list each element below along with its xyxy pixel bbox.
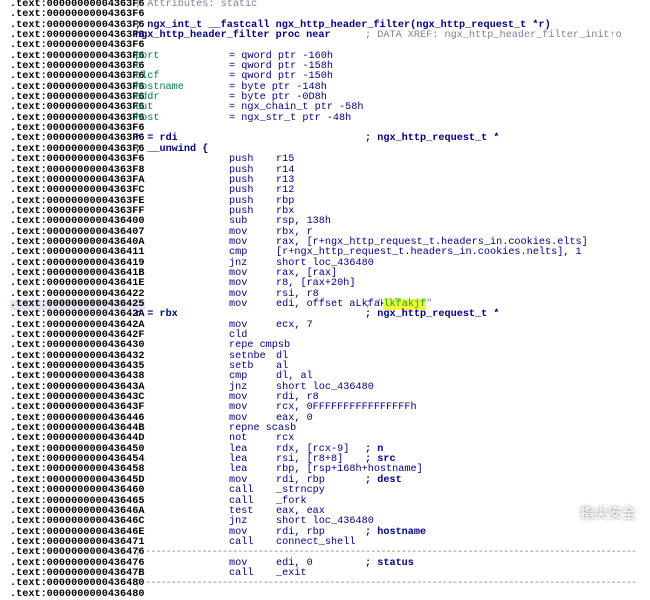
watermark: 指尖安全 bbox=[554, 503, 636, 523]
listing-line[interactable]: .text:0000000000436460 call _strncpy bbox=[10, 486, 650, 496]
line-label[interactable]: ; __unwind { bbox=[135, 145, 208, 155]
line-address[interactable]: .text:0000000000436480 bbox=[10, 579, 145, 589]
line-address[interactable]: .text:000000000043647B bbox=[10, 569, 145, 579]
disassembly-listing[interactable]: .text:00000000004363F6 ; Attributes: stat… bbox=[10, 0, 650, 541]
instruction-operands[interactable]: _strncpy bbox=[276, 486, 325, 496]
line-address[interactable]: .text:000000000043646C bbox=[10, 517, 145, 527]
line-comment[interactable]: ; status bbox=[365, 559, 414, 569]
line-comment[interactable]: ; DATA XREF: ngx_http_header_filter_init… bbox=[365, 31, 622, 41]
listing-line[interactable]: .text:0000000000436480; ----------------… bbox=[10, 579, 650, 589]
listing-line[interactable]: .text:00000000004363FC push r12 bbox=[10, 186, 650, 196]
instruction-operands[interactable]: edi, 0 bbox=[276, 559, 313, 569]
wechat-icon bbox=[554, 505, 574, 521]
instruction-mnemonic[interactable]: push bbox=[229, 155, 253, 165]
instruction-mnemonic[interactable]: = ngx_str_t ptr -48h bbox=[229, 114, 351, 124]
instruction-mnemonic[interactable]: call bbox=[229, 538, 253, 548]
instruction-mnemonic[interactable]: mov bbox=[229, 559, 247, 569]
line-address[interactable]: .text:0000000000436480 bbox=[10, 590, 145, 600]
line-comment[interactable]: ; hostname bbox=[365, 528, 426, 538]
line-address[interactable]: .text:0000000000436476 bbox=[10, 559, 145, 569]
line-address[interactable]: .text:00000000004363FC bbox=[10, 186, 145, 196]
listing-line[interactable]: .text:0000000000436480 bbox=[10, 590, 650, 600]
line-comment[interactable]: ; ngx_http_request_t * bbox=[365, 310, 500, 320]
line-address[interactable]: .text:0000000000436471 bbox=[10, 538, 145, 548]
watermark-label: 指尖安全 bbox=[580, 503, 636, 523]
section-separator: ; --------------------------------------… bbox=[135, 548, 636, 558]
instruction-mnemonic[interactable]: sub bbox=[229, 217, 247, 227]
listing-line[interactable]: .text:0000000000436471 call connect_shell bbox=[10, 538, 650, 548]
line-comment[interactable]: ; ngx_http_request_t * bbox=[365, 134, 500, 144]
listing-line[interactable]: .text:0000000000436476; ----------------… bbox=[10, 548, 650, 558]
instruction-operands[interactable]: ecx, 7 bbox=[276, 321, 313, 331]
instruction-operands[interactable]: connect_shell bbox=[276, 538, 355, 548]
listing-line[interactable]: .text:0000000000436400 sub rsp, 138h bbox=[10, 217, 650, 227]
line-address[interactable]: .text:0000000000436400 bbox=[10, 217, 145, 227]
line-label[interactable]: ngx_http_header_filter proc near bbox=[135, 31, 331, 41]
instruction-operands[interactable]: rsp, 138h bbox=[276, 217, 331, 227]
instruction-operands[interactable]: r15 bbox=[276, 155, 294, 165]
line-comment[interactable]: ; dest bbox=[365, 476, 402, 486]
listing-line[interactable]: .text:00000000004363F6 push r15 bbox=[10, 155, 650, 165]
instruction-mnemonic[interactable]: push bbox=[229, 186, 253, 196]
instruction-mnemonic[interactable]: call bbox=[229, 569, 253, 579]
instruction-mnemonic[interactable]: jnz bbox=[229, 517, 247, 527]
line-address[interactable]: .text:0000000000436460 bbox=[10, 486, 145, 496]
instruction-operands[interactable]: _exit bbox=[276, 569, 307, 579]
line-label[interactable]: ; Attributes: static bbox=[135, 0, 257, 10]
line-address[interactable]: .text:0000000000436476 bbox=[10, 548, 145, 558]
listing-line[interactable]: .text:0000000000436476 mov edi, 0 ; status bbox=[10, 559, 650, 569]
instruction-mnemonic[interactable]: mov bbox=[229, 300, 247, 310]
instruction-operands[interactable]: r12 bbox=[276, 186, 294, 196]
line-address[interactable]: .text:00000000004363F6 bbox=[10, 155, 145, 165]
listing-line[interactable]: .text:000000000043647B call _exit bbox=[10, 569, 650, 579]
section-separator: ; --------------------------------------… bbox=[135, 579, 636, 589]
instruction-mnemonic[interactable]: call bbox=[229, 486, 253, 496]
instruction-operands[interactable]: short loc_436480 bbox=[276, 517, 374, 527]
